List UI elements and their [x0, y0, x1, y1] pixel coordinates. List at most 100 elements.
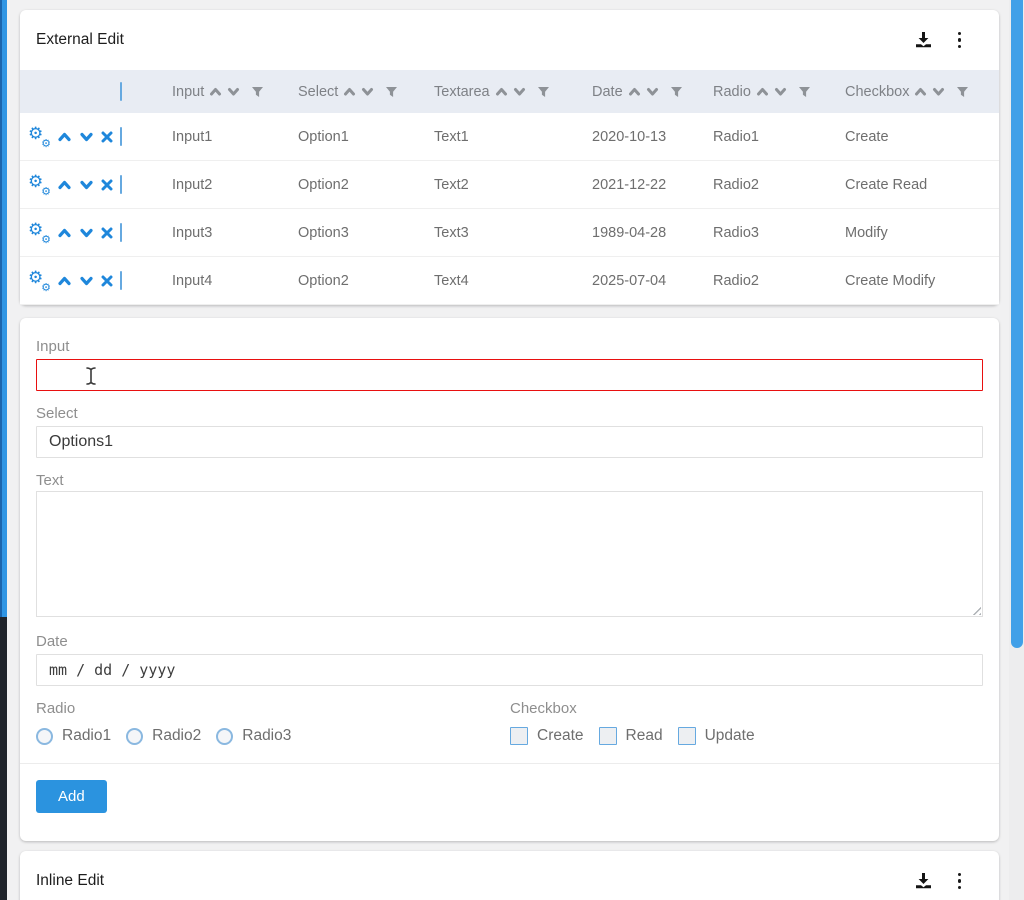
row-move-down-icon[interactable]	[79, 131, 94, 143]
cell-select: Option1	[298, 129, 434, 145]
filter-icon[interactable]	[956, 86, 969, 98]
select-all-checkbox[interactable]	[120, 82, 122, 101]
radio-option-radio3[interactable]	[216, 728, 233, 745]
cell-input: Input1	[172, 129, 298, 145]
input-label: Input	[36, 338, 983, 355]
column-header-select[interactable]: Select	[298, 84, 434, 100]
column-header-checkbox[interactable]: Checkbox	[845, 84, 999, 100]
column-label: Select	[298, 84, 338, 100]
cell-date: 2020-10-13	[592, 129, 713, 145]
table-row: ⚙⚙ Input2 Option2 Text2 2021-12-22 Radio…	[20, 161, 999, 209]
select-value: Options1	[49, 433, 113, 451]
sort-desc-icon[interactable]	[513, 86, 526, 97]
row-move-up-icon[interactable]	[57, 227, 72, 239]
column-label: Date	[592, 84, 623, 100]
radio-option-radio2[interactable]	[126, 728, 143, 745]
filter-icon[interactable]	[251, 86, 264, 98]
right-scrollbar-thumb[interactable]	[1011, 0, 1023, 648]
checkbox-group-label: Checkbox	[510, 700, 983, 717]
right-scrollbar[interactable]	[1009, 0, 1024, 900]
checkbox-option-create[interactable]	[510, 727, 528, 745]
row-delete-icon[interactable]	[101, 227, 113, 239]
column-header-radio[interactable]: Radio	[713, 84, 845, 100]
row-move-down-icon[interactable]	[79, 275, 94, 287]
filter-icon[interactable]	[670, 86, 683, 98]
row-delete-icon[interactable]	[101, 179, 113, 191]
radio-option-label: Radio1	[62, 727, 111, 745]
row-move-down-icon[interactable]	[79, 179, 94, 191]
sort-asc-icon[interactable]	[495, 86, 508, 97]
row-settings-icon[interactable]: ⚙⚙	[30, 176, 50, 194]
filter-icon[interactable]	[537, 86, 550, 98]
sort-desc-icon[interactable]	[646, 86, 659, 97]
row-move-up-icon[interactable]	[57, 179, 72, 191]
cell-date: 2025-07-04	[592, 273, 713, 289]
input-field[interactable]	[36, 359, 983, 391]
cell-radio: Radio1	[713, 129, 845, 145]
row-checkbox[interactable]	[120, 223, 122, 242]
row-move-up-icon[interactable]	[57, 275, 72, 287]
sort-asc-icon[interactable]	[756, 86, 769, 97]
column-header-input[interactable]: Input	[172, 84, 298, 100]
filter-icon[interactable]	[798, 86, 811, 98]
sort-asc-icon[interactable]	[209, 86, 222, 97]
divider	[20, 763, 999, 764]
cell-textarea: Text4	[434, 273, 592, 289]
select-field[interactable]: Options1	[36, 426, 983, 458]
sort-asc-icon[interactable]	[914, 86, 927, 97]
checkbox-option-update[interactable]	[678, 727, 696, 745]
inline-edit-header: Inline Edit	[20, 851, 999, 900]
sort-asc-icon[interactable]	[628, 86, 641, 97]
kebab-menu-icon[interactable]	[954, 30, 966, 51]
radio-option-label: Radio3	[242, 727, 291, 745]
sort-desc-icon[interactable]	[774, 86, 787, 97]
cell-radio: Radio2	[713, 273, 845, 289]
checkbox-option-label: Create	[537, 727, 584, 745]
left-scrollbar-thumb[interactable]	[0, 0, 7, 617]
date-placeholder: mm / dd / yyyy	[49, 661, 175, 679]
download-icon[interactable]	[915, 32, 932, 48]
download-icon[interactable]	[915, 873, 932, 889]
radio-option-radio1[interactable]	[36, 728, 53, 745]
row-settings-icon[interactable]: ⚙⚙	[30, 224, 50, 242]
column-header-textarea[interactable]: Textarea	[434, 84, 592, 100]
row-settings-icon[interactable]: ⚙⚙	[30, 128, 50, 146]
sort-desc-icon[interactable]	[361, 86, 374, 97]
checkbox-option-read[interactable]	[599, 727, 617, 745]
text-area[interactable]	[36, 491, 983, 617]
sort-desc-icon[interactable]	[932, 86, 945, 97]
cell-radio: Radio2	[713, 177, 845, 193]
row-settings-icon[interactable]: ⚙⚙	[30, 272, 50, 290]
sort-desc-icon[interactable]	[227, 86, 240, 97]
cell-checkbox: Create Read	[845, 177, 999, 193]
row-checkbox[interactable]	[120, 271, 122, 290]
column-label: Input	[172, 84, 204, 100]
add-button[interactable]: Add	[36, 780, 107, 813]
cell-radio: Radio3	[713, 225, 845, 241]
date-field[interactable]: mm / dd / yyyy	[36, 654, 983, 686]
card-title: Inline Edit	[36, 872, 104, 890]
row-move-down-icon[interactable]	[79, 227, 94, 239]
inline-edit-card: Inline Edit	[20, 851, 999, 900]
cell-textarea: Text2	[434, 177, 592, 193]
sort-asc-icon[interactable]	[343, 86, 356, 97]
column-label: Radio	[713, 84, 751, 100]
cell-textarea: Text1	[434, 129, 592, 145]
cell-select: Option2	[298, 177, 434, 193]
resize-grip-icon[interactable]	[970, 604, 981, 615]
filter-icon[interactable]	[385, 86, 398, 98]
external-edit-card: External Edit Input Select	[20, 10, 999, 305]
column-label: Checkbox	[845, 84, 909, 100]
select-label: Select	[36, 405, 983, 422]
checkbox-option-label: Read	[626, 727, 663, 745]
row-delete-icon[interactable]	[101, 131, 113, 143]
row-move-up-icon[interactable]	[57, 131, 72, 143]
kebab-menu-icon[interactable]	[954, 871, 966, 892]
radio-group-label: Radio	[36, 700, 510, 717]
cell-select: Option2	[298, 273, 434, 289]
left-scrollbar[interactable]	[0, 0, 7, 900]
row-delete-icon[interactable]	[101, 275, 113, 287]
row-checkbox[interactable]	[120, 175, 122, 194]
column-header-date[interactable]: Date	[592, 84, 713, 100]
row-checkbox[interactable]	[120, 127, 122, 146]
